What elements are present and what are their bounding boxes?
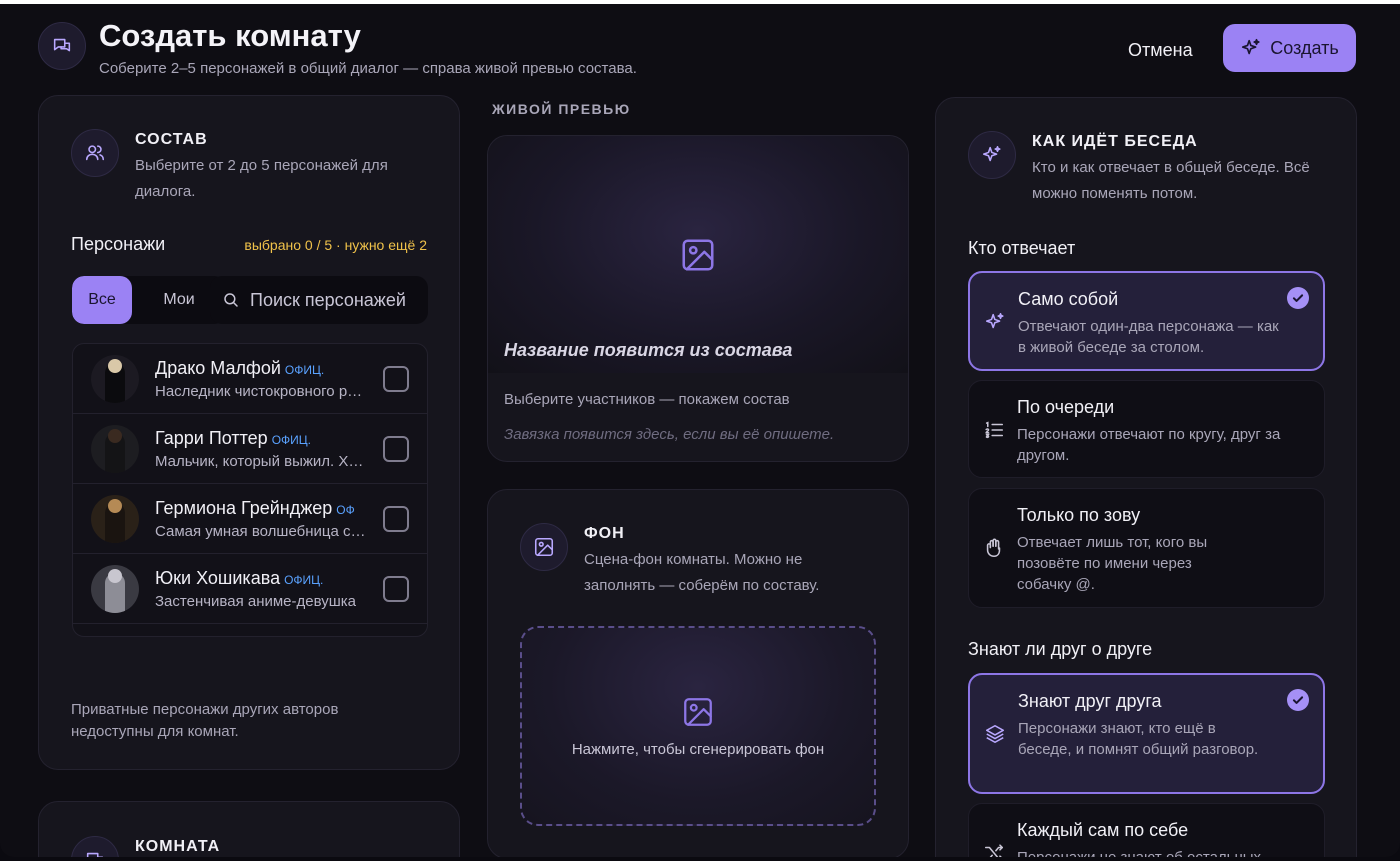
option-description: Персонажи отвечают по кругу, друг за дру… (1017, 426, 1281, 464)
preview-plot-hint: Завязка появится здесь, если вы её опише… (504, 426, 835, 443)
check-icon (1287, 287, 1309, 309)
page-title: Создать комнату (99, 18, 361, 53)
page-subtitle: Соберите 2–5 персонажей в общий диалог —… (99, 60, 637, 77)
conversation-panel: КАК ИДЁТ БЕСЕДА Кто и как отвечает в общ… (935, 97, 1357, 857)
conversation-description: Кто и как отвечает в общей беседе. Всё м… (1032, 159, 1310, 202)
option-description: Отвечает лишь тот, кого вы позовёте по и… (1017, 534, 1208, 593)
avatar (91, 564, 139, 613)
official-badge: ОФИЦ. (284, 362, 325, 377)
background-header: ФОН Сцена-фон комнаты. Можно не заполнят… (520, 523, 854, 599)
layers-icon (985, 724, 1005, 744)
image-icon (684, 697, 712, 726)
generate-background-dropzone[interactable]: Нажмите, чтобы сгенерировать фон (520, 626, 876, 826)
option-title: Знают друг друга (1018, 691, 1162, 711)
app-frame: Создать комнату Соберите 2–5 персонажей … (0, 4, 1400, 857)
select-checkbox[interactable] (383, 506, 409, 532)
option-round-robin[interactable]: По очереди Персонажи отвечают по кругу, … (968, 380, 1325, 478)
search-input[interactable] (250, 289, 420, 311)
official-badge: ОФ (336, 502, 355, 517)
character-row[interactable]: Гарри Поттер ОФИЦ. Мальчик, который выжил… (73, 414, 427, 484)
preview-room-name: Название появится из состава (504, 340, 793, 360)
sparkle-icon (968, 131, 1016, 179)
numbered-list-icon (985, 421, 1004, 439)
image-icon (520, 523, 568, 571)
check-icon (1287, 689, 1309, 711)
option-natural[interactable]: Само собой Отвечают один-два персонажа —… (968, 271, 1325, 371)
avatar (91, 494, 139, 543)
avatar (91, 424, 139, 473)
shuffle-icon (984, 844, 1004, 857)
background-description: Сцена-фон комнаты. Можно не заполнять — … (584, 551, 820, 594)
cast-panel: СОСТАВ Выберите от 2 до 5 персонажей для… (38, 95, 460, 770)
character-row[interactable]: Гермиона Грейнджер ОФ Самая умная волшебн… (73, 484, 427, 554)
official-badge: ОФИЦ. (271, 432, 311, 447)
image-icon (682, 239, 714, 271)
filter-all-tab[interactable]: Все (72, 276, 132, 324)
users-icon (71, 129, 119, 177)
option-mention-only[interactable]: Только по зову Отвечает лишь тот, кого в… (968, 488, 1325, 608)
private-note: Приватные персонажи других авторов недос… (71, 701, 339, 740)
character-row[interactable]: Юки Хошикава ОФИЦ. Застенчивая аниме-деву… (73, 554, 427, 624)
option-title: По очереди (1017, 397, 1115, 417)
search-icon (224, 293, 238, 307)
character-description: Застенчивая аниме-девушка (155, 592, 357, 610)
option-title: Само собой (1018, 289, 1119, 309)
hand-icon (986, 538, 1001, 558)
character-description: Самая умная волшебница своего поколения (155, 522, 369, 540)
select-checkbox[interactable] (383, 366, 409, 392)
option-independent[interactable]: Каждый сам по себе Персонажи не знают об… (968, 803, 1325, 857)
option-description: Отвечают один-два персонажа — как в живо… (1018, 318, 1279, 356)
search-box (210, 276, 428, 324)
option-title: Каждый сам по себе (1017, 820, 1189, 840)
avatar (91, 354, 139, 403)
cast-title: СОСТАВ (135, 131, 208, 148)
character-name: Гермиона Грейнджер (155, 497, 333, 518)
background-panel: ФОН Сцена-фон комнаты. Можно не заполнят… (487, 489, 909, 857)
character-name: Гарри Поттер (155, 427, 268, 448)
cast-description: Выберите от 2 до 5 персонажей для диалог… (135, 157, 388, 200)
preview-members-hint: Выберите участников — покажем состав (504, 391, 790, 408)
generate-background-label: Нажмите, чтобы сгенерировать фон (571, 740, 825, 758)
room-panel: КОМНАТА (38, 801, 460, 857)
sparkle-icon (1242, 38, 1260, 55)
option-description: Персонажи не знают об остальных (1017, 847, 1287, 857)
character-description: Наследник чистокровного рода Малфоев (155, 382, 369, 400)
character-name: Юки Хошикава (155, 567, 281, 588)
option-title: Только по зову (1017, 505, 1141, 525)
official-badge: ОФИЦ. (284, 572, 324, 587)
who-answers-label: Кто отвечает (968, 238, 1076, 258)
option-description: Персонажи знают, кто ещё в беседе, и пом… (1018, 720, 1259, 758)
select-checkbox[interactable] (383, 576, 409, 602)
characters-label: Персонажи (71, 234, 166, 254)
preview-image (488, 136, 908, 373)
create-button-label: Создать (1270, 37, 1339, 58)
awareness-label: Знают ли друг о друге (968, 639, 1153, 659)
chat-bubbles-icon (71, 836, 119, 857)
chat-bubbles-icon (38, 22, 86, 70)
create-button[interactable]: Создать (1223, 24, 1356, 72)
character-row[interactable]: Драко Малфой ОФИЦ. Наследник чистокровног… (73, 344, 427, 414)
room-header: КОМНАТА (71, 836, 220, 857)
sparkle-icon (985, 312, 1004, 329)
option-know-each-other[interactable]: Знают друг друга Персонажи знают, кто ещ… (968, 673, 1325, 794)
selection-status: выбрано 0 / 5 · нужно ещё 2 (244, 237, 427, 253)
preview-card: Название появится из состава Выберите уч… (487, 135, 909, 462)
live-preview-label: ЖИВОЙ ПРЕВЬЮ (492, 101, 631, 117)
cast-header: СОСТАВ Выберите от 2 до 5 персонажей для… (71, 129, 415, 205)
background-title: ФОН (584, 525, 625, 542)
room-title: КОМНАТА (135, 838, 221, 855)
cancel-button[interactable]: Отмена (1112, 32, 1209, 68)
filter-toggle: Все Мои (72, 276, 226, 324)
character-list: Драко Малфой ОФИЦ. Наследник чистокровног… (72, 343, 428, 637)
conversation-header: КАК ИДЁТ БЕСЕДА Кто и как отвечает в общ… (968, 131, 1312, 207)
select-checkbox[interactable] (383, 436, 409, 462)
character-description: Мальчик, который выжил. Храбрый (155, 452, 369, 470)
conversation-title: КАК ИДЁТ БЕСЕДА (1032, 133, 1198, 150)
character-name: Драко Малфой (155, 357, 281, 378)
